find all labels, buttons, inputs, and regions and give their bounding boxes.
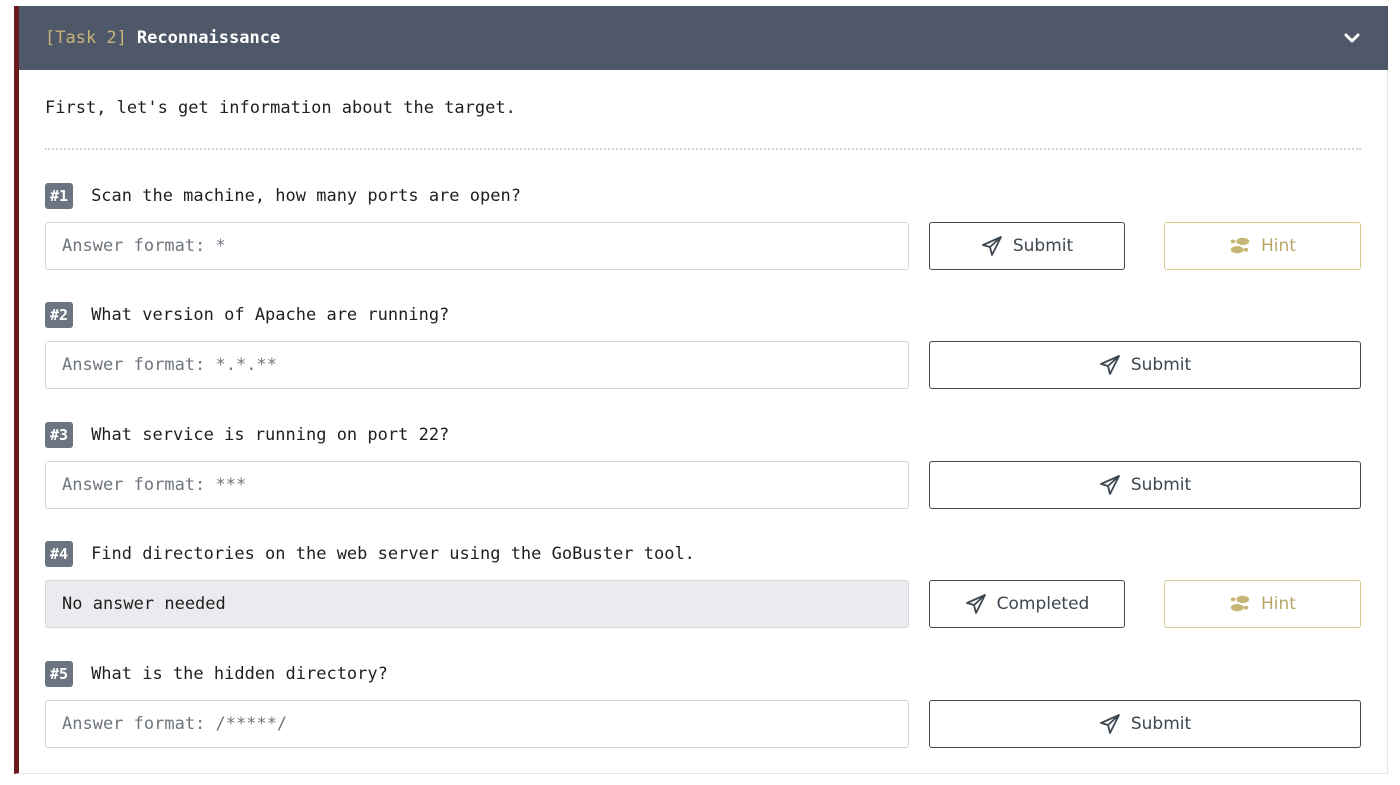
footprints-icon [1229, 235, 1251, 257]
completed-label: Completed [996, 594, 1090, 614]
chevron-down-icon[interactable] [1342, 28, 1362, 48]
submit-label: Submit [1130, 355, 1192, 375]
question-header: #4 Find directories on the web server us… [45, 540, 695, 568]
task-tag: [Task 2] [45, 28, 127, 48]
submit-label: Submit [1130, 714, 1192, 734]
task-title: Reconnaissance [136, 28, 281, 48]
question-2: #2 What version of Apache are running? S… [45, 301, 1361, 397]
submit-button-1[interactable]: Submit [929, 222, 1125, 270]
hint-button-4[interactable]: Hint [1164, 580, 1361, 628]
answer-input-5[interactable] [45, 700, 909, 748]
question-header: #2 What version of Apache are running? [45, 301, 449, 329]
question-number-badge: #3 [45, 422, 74, 448]
task-header[interactable]: [Task 2] Reconnaissance [19, 6, 1388, 70]
question-1: #1 Scan the machine, how many ports are … [45, 182, 1361, 278]
submit-button-3[interactable]: Submit [929, 461, 1361, 509]
question-text: What is the hidden directory? [91, 664, 388, 684]
submit-label: Submit [1130, 475, 1192, 495]
question-header: #1 Scan the machine, how many ports are … [45, 182, 521, 210]
answer-input-3[interactable] [45, 461, 909, 509]
question-3: #3 What service is running on port 22? S… [45, 421, 1361, 517]
paper-plane-icon [965, 593, 987, 615]
hint-label: Hint [1261, 594, 1296, 614]
answer-input-2[interactable] [45, 341, 909, 389]
task-intro: First, let's get information about the t… [45, 98, 516, 118]
submit-button-5[interactable]: Submit [929, 700, 1361, 748]
answer-input-4 [45, 580, 909, 628]
question-5: #5 What is the hidden directory? Submit [45, 660, 1361, 756]
answer-input-1[interactable] [45, 222, 909, 270]
paper-plane-icon [1099, 354, 1121, 376]
task-card: [Task 2] Reconnaissance First, let's get… [14, 6, 1388, 774]
divider [45, 148, 1361, 150]
paper-plane-icon [1099, 474, 1121, 496]
question-number-badge: #1 [45, 183, 74, 209]
completed-button-4[interactable]: Completed [929, 580, 1125, 628]
hint-button-1[interactable]: Hint [1164, 222, 1361, 270]
question-number-badge: #4 [45, 541, 74, 567]
hint-label: Hint [1261, 236, 1296, 256]
footprints-icon [1229, 593, 1251, 615]
question-text: Find directories on the web server using… [91, 544, 695, 564]
submit-button-2[interactable]: Submit [929, 341, 1361, 389]
question-number-badge: #2 [45, 302, 74, 328]
question-text: What version of Apache are running? [91, 305, 450, 325]
question-number-badge: #5 [45, 661, 74, 687]
paper-plane-icon [1099, 713, 1121, 735]
paper-plane-icon [981, 235, 1003, 257]
submit-label: Submit [1012, 236, 1074, 256]
question-4: #4 Find directories on the web server us… [45, 540, 1361, 636]
question-header: #3 What service is running on port 22? [45, 421, 449, 449]
question-text: What service is running on port 22? [91, 425, 450, 445]
question-header: #5 What is the hidden directory? [45, 660, 388, 688]
question-text: Scan the machine, how many ports are ope… [91, 186, 521, 206]
